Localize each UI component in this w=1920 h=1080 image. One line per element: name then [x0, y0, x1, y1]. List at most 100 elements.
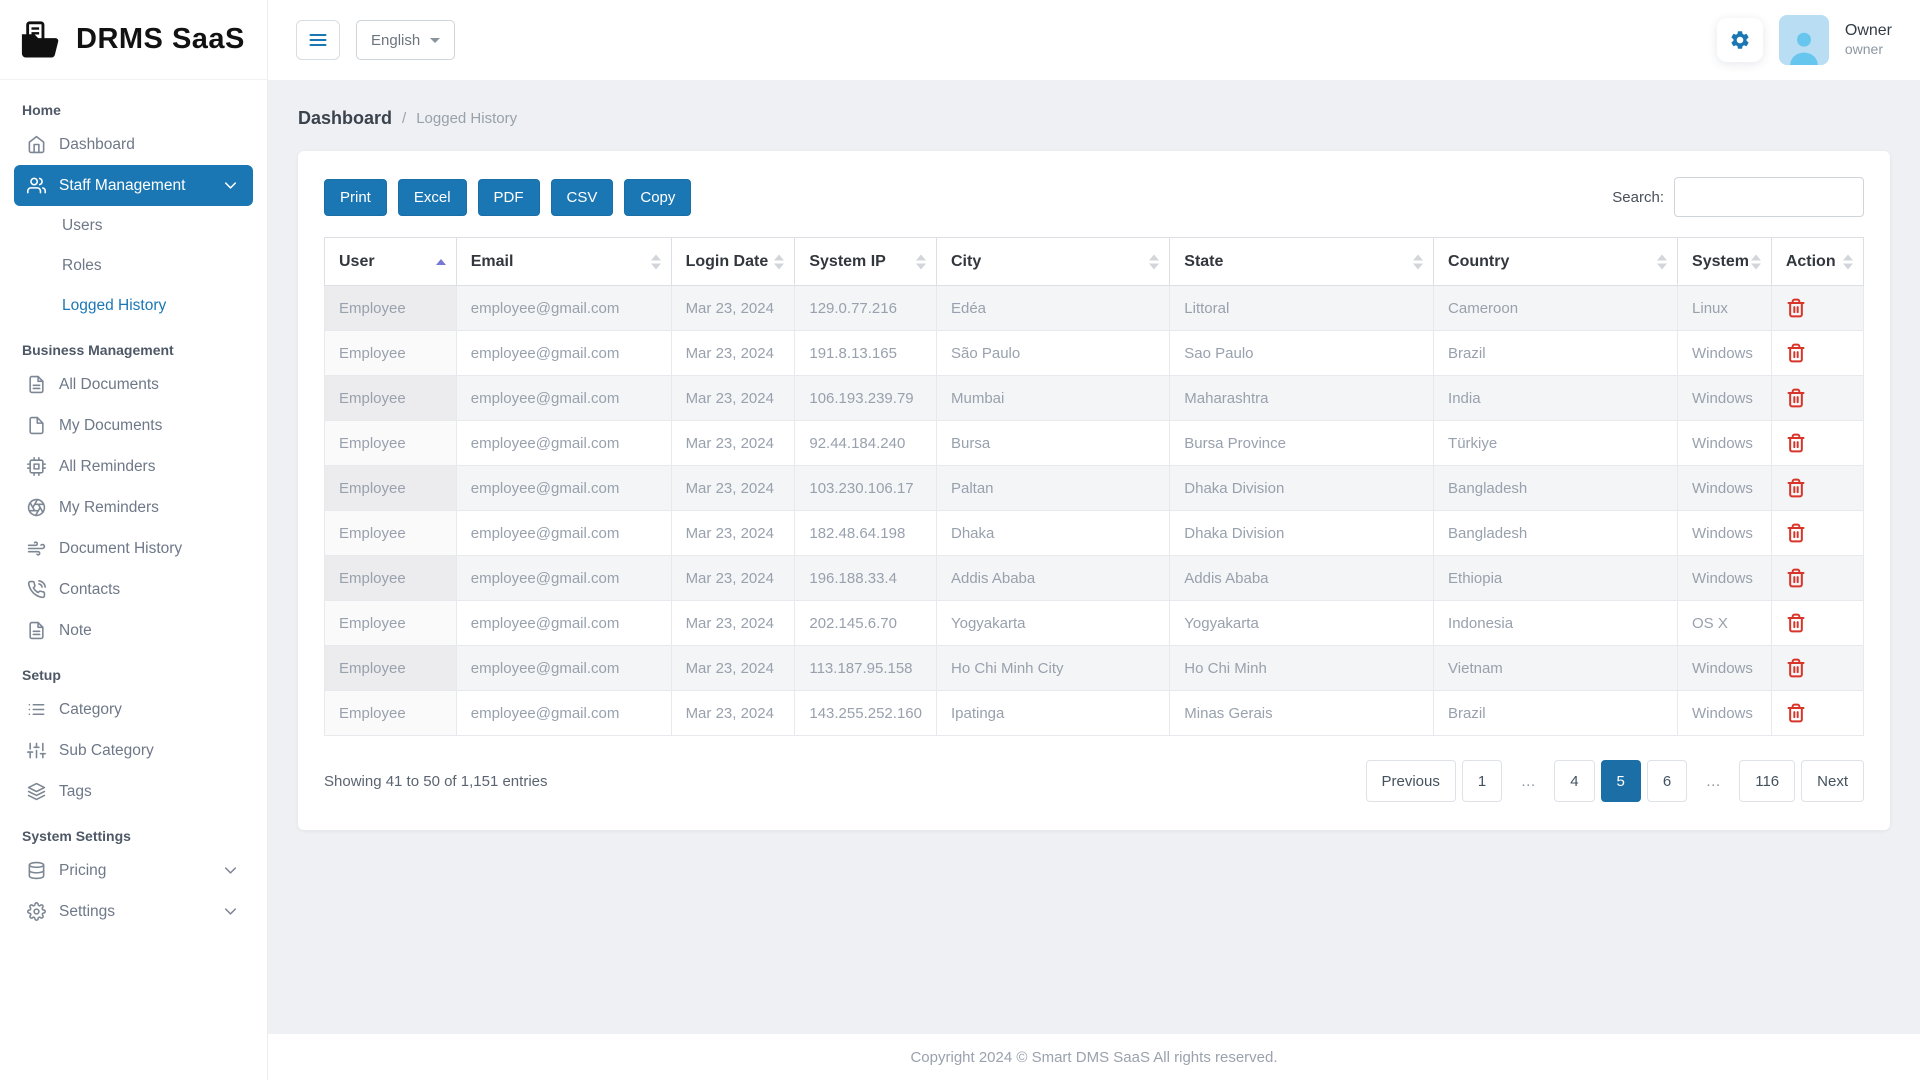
- column-header-system[interactable]: System: [1678, 238, 1772, 286]
- column-header-country[interactable]: Country: [1434, 238, 1678, 286]
- pagination-next[interactable]: Next: [1801, 760, 1864, 802]
- sort-both-icon: [916, 254, 926, 269]
- print-button[interactable]: Print: [324, 179, 387, 216]
- sidebar-item-pricing[interactable]: Pricing: [14, 850, 253, 891]
- sidebar-item-dashboard[interactable]: Dashboard: [14, 124, 253, 165]
- sidebar-item-settings[interactable]: Settings: [14, 891, 253, 932]
- sidebar-subitem-users[interactable]: Users: [14, 206, 253, 246]
- cell-state: Bursa Province: [1170, 421, 1434, 466]
- breadcrumb-separator: /: [402, 110, 406, 127]
- cell-email: employee@gmail.com: [456, 376, 671, 421]
- column-header-email[interactable]: Email: [456, 238, 671, 286]
- column-label: User: [339, 253, 375, 270]
- column-header-login-date[interactable]: Login Date: [671, 238, 795, 286]
- delete-button[interactable]: [1786, 477, 1806, 499]
- user-meta[interactable]: Owner owner: [1845, 21, 1892, 59]
- cell-country: Indonesia: [1434, 601, 1678, 646]
- delete-button[interactable]: [1786, 702, 1806, 724]
- excel-button[interactable]: Excel: [398, 179, 467, 216]
- copy-button[interactable]: Copy: [624, 179, 691, 216]
- table-row: Employeeemployee@gmail.comMar 23, 202420…: [325, 601, 1864, 646]
- person-icon: [1784, 27, 1824, 65]
- logged-history-card: PrintExcelPDFCSVCopy Search: UserEmailLo…: [298, 151, 1890, 830]
- cell-login-date: Mar 23, 2024: [671, 646, 795, 691]
- delete-button[interactable]: [1786, 612, 1806, 634]
- sidebar-item-label: Pricing: [59, 862, 106, 880]
- column-header-user[interactable]: User: [325, 238, 457, 286]
- sidebar-item-all-documents[interactable]: All Documents: [14, 364, 253, 405]
- csv-button[interactable]: CSV: [551, 179, 614, 216]
- cell-country: Bangladesh: [1434, 466, 1678, 511]
- trash-icon: [1786, 387, 1806, 409]
- cell-system-ip: 92.44.184.240: [795, 421, 937, 466]
- cell-state: Ho Chi Minh: [1170, 646, 1434, 691]
- sort-both-icon: [1657, 254, 1667, 269]
- pagination-page-5[interactable]: 5: [1601, 760, 1641, 802]
- sort-asc-icon: [436, 259, 446, 265]
- sort-both-icon: [1413, 254, 1423, 269]
- column-header-state[interactable]: State: [1170, 238, 1434, 286]
- list-icon: [27, 700, 46, 719]
- cell-email: employee@gmail.com: [456, 556, 671, 601]
- delete-button[interactable]: [1786, 522, 1806, 544]
- delete-button[interactable]: [1786, 387, 1806, 409]
- sidebar-item-contacts[interactable]: Contacts: [14, 569, 253, 610]
- trash-icon: [1786, 702, 1806, 724]
- sidebar-item-staff-management[interactable]: Staff Management: [14, 165, 253, 206]
- app-window: DRMS SaaS HomeDashboardStaff ManagementU…: [0, 0, 1920, 1080]
- column-header-action[interactable]: Action: [1771, 238, 1863, 286]
- sidebar-item-all-reminders[interactable]: All Reminders: [14, 446, 253, 487]
- sidebar-item-my-reminders[interactable]: My Reminders: [14, 487, 253, 528]
- sidebar-item-label: Dashboard: [59, 136, 135, 154]
- settings-button[interactable]: [1717, 18, 1763, 62]
- breadcrumb-dashboard[interactable]: Dashboard: [298, 108, 392, 129]
- cell-system: Windows: [1678, 421, 1772, 466]
- brand-logo[interactable]: DRMS SaaS: [0, 0, 267, 80]
- sidebar-item-my-documents[interactable]: My Documents: [14, 405, 253, 446]
- pagination-page-6[interactable]: 6: [1647, 760, 1687, 802]
- trash-icon: [1786, 297, 1806, 319]
- sliders-icon: [27, 741, 46, 760]
- sidebar-toggle-button[interactable]: [296, 20, 340, 60]
- cell-state: Dhaka Division: [1170, 511, 1434, 556]
- cell-user: Employee: [325, 376, 457, 421]
- sidebar-item-category[interactable]: Category: [14, 689, 253, 730]
- sidebar-item-label: All Documents: [59, 376, 159, 394]
- sidebar-item-label: Settings: [59, 903, 115, 921]
- column-label: City: [951, 253, 981, 270]
- cell-state: Sao Paulo: [1170, 331, 1434, 376]
- language-dropdown[interactable]: English: [356, 20, 455, 60]
- delete-button[interactable]: [1786, 297, 1806, 319]
- cell-city: Mumbai: [936, 376, 1169, 421]
- pagination-page-4[interactable]: 4: [1554, 760, 1594, 802]
- sidebar-item-label: My Documents: [59, 417, 162, 435]
- pagination-page-116[interactable]: 116: [1739, 760, 1795, 802]
- cell-login-date: Mar 23, 2024: [671, 286, 795, 331]
- cell-user: Employee: [325, 286, 457, 331]
- column-header-city[interactable]: City: [936, 238, 1169, 286]
- hamburger-menu-icon: [308, 30, 328, 50]
- delete-button[interactable]: [1786, 432, 1806, 454]
- table-head: User EmailLogin DateSystem IP City State Cou…: [325, 238, 1864, 286]
- sidebar-subitem-logged-history[interactable]: Logged History: [14, 286, 253, 326]
- trash-icon: [1786, 657, 1806, 679]
- sidebar-item-document-history[interactable]: Document History: [14, 528, 253, 569]
- sidebar-item-sub-category[interactable]: Sub Category: [14, 730, 253, 771]
- delete-button[interactable]: [1786, 657, 1806, 679]
- cell-email: employee@gmail.com: [456, 466, 671, 511]
- pagination-page-1[interactable]: 1: [1462, 760, 1502, 802]
- delete-button[interactable]: [1786, 567, 1806, 589]
- column-label: Country: [1448, 253, 1509, 270]
- pagination-previous[interactable]: Previous: [1366, 760, 1456, 802]
- avatar[interactable]: [1779, 15, 1829, 65]
- sort-both-icon: [1751, 254, 1761, 269]
- pdf-button[interactable]: PDF: [478, 179, 540, 216]
- cell-user: Employee: [325, 601, 457, 646]
- table-row: Employeeemployee@gmail.comMar 23, 202410…: [325, 376, 1864, 421]
- search-input[interactable]: [1674, 177, 1864, 217]
- sidebar-item-tags[interactable]: Tags: [14, 771, 253, 812]
- column-header-system-ip[interactable]: System IP: [795, 238, 937, 286]
- sidebar-item-note[interactable]: Note: [14, 610, 253, 651]
- sidebar-subitem-roles[interactable]: Roles: [14, 246, 253, 286]
- delete-button[interactable]: [1786, 342, 1806, 364]
